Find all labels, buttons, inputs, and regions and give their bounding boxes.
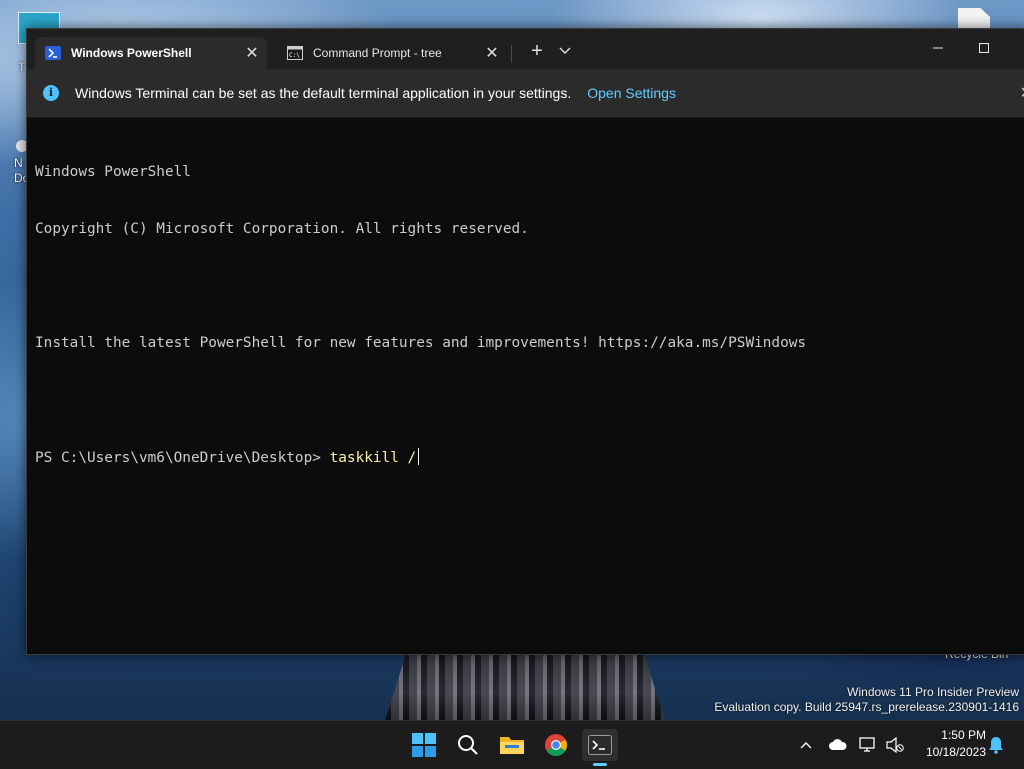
default-terminal-infobar: i Windows Terminal can be set as the def… xyxy=(27,69,1024,118)
windows-start-icon xyxy=(412,733,436,757)
bell-icon xyxy=(989,737,1003,754)
powershell-icon xyxy=(45,46,61,60)
console-output[interactable]: Windows PowerShell Copyright (C) Microso… xyxy=(35,125,1019,646)
maximize-icon xyxy=(979,43,989,53)
title-bar: Windows PowerShell ✕ C:\ Command Prompt … xyxy=(27,29,1024,69)
notifications-button[interactable] xyxy=(986,733,1006,757)
close-tab-icon[interactable]: ✕ xyxy=(481,42,503,64)
file-explorer-button[interactable] xyxy=(496,729,528,761)
watermark-line2: Evaluation copy. Build 25947.rs_prerelea… xyxy=(714,700,1019,714)
tab-dropdown-button[interactable] xyxy=(555,39,575,63)
tab-title: Windows PowerShell xyxy=(71,46,192,60)
watermark-line1: Windows 11 Pro Insider Preview xyxy=(847,685,1019,699)
clock-time: 1:50 PM xyxy=(941,728,986,742)
tab-command-prompt[interactable]: C:\ Command Prompt - tree ✕ xyxy=(277,37,507,69)
active-app-indicator xyxy=(593,763,607,766)
show-hidden-icons-button[interactable] xyxy=(796,733,816,757)
minimize-button[interactable] xyxy=(915,33,961,63)
volume-tray-button[interactable] xyxy=(884,733,906,757)
evaluation-watermark: Windows 11 Pro Insider Preview Evaluatio… xyxy=(714,685,1019,715)
terminal-taskbar-button[interactable] xyxy=(582,729,618,761)
infobar-message: Windows Terminal can be set as the defau… xyxy=(75,85,572,101)
typed-command: taskkill / xyxy=(329,450,417,466)
chrome-button[interactable] xyxy=(540,729,572,761)
network-icon xyxy=(859,737,875,752)
cmd-icon: C:\ xyxy=(287,46,303,60)
search-button[interactable] xyxy=(452,729,484,761)
text-cursor xyxy=(418,448,420,465)
desktop-icon-1-label: T xyxy=(18,60,26,74)
speaker-muted-icon xyxy=(886,737,904,753)
svg-text:C:\: C:\ xyxy=(289,52,300,59)
info-icon: i xyxy=(43,85,59,101)
clock-date: 10/18/2023 xyxy=(925,745,986,759)
close-infobar-icon[interactable]: ✕ xyxy=(1020,83,1024,103)
wallpaper-pier xyxy=(385,650,665,720)
onedrive-cloud-icon xyxy=(829,739,847,750)
network-tray-button[interactable] xyxy=(858,733,878,757)
maximize-button[interactable] xyxy=(961,33,1007,63)
minimize-icon xyxy=(933,47,943,49)
onedrive-tray-button[interactable] xyxy=(826,733,850,757)
search-icon xyxy=(458,735,478,755)
chevron-up-icon xyxy=(800,742,812,749)
chrome-icon xyxy=(545,734,567,756)
chevron-down-icon xyxy=(559,47,571,54)
tab-separator xyxy=(511,45,512,63)
new-tab-button[interactable]: + xyxy=(527,39,547,63)
start-button[interactable] xyxy=(408,729,440,761)
taskbar: 1:50 PM 10/18/2023 xyxy=(0,720,1024,769)
prompt-text: PS C:\Users\vm6\OneDrive\Desktop> xyxy=(35,450,330,466)
taskbar-clock[interactable]: 1:50 PM 10/18/2023 xyxy=(912,727,986,761)
prompt-line: PS C:\Users\vm6\OneDrive\Desktop> taskki… xyxy=(35,448,1019,467)
tab-windows-powershell[interactable]: Windows PowerShell ✕ xyxy=(35,37,267,69)
console-line: Windows PowerShell xyxy=(35,164,191,180)
terminal-window: Windows PowerShell ✕ C:\ Command Prompt … xyxy=(26,28,1024,655)
tab-title: Command Prompt - tree xyxy=(313,46,442,60)
close-tab-icon[interactable]: ✕ xyxy=(241,42,263,64)
console-line: Copyright (C) Microsoft Corporation. All… xyxy=(35,221,529,237)
console-line: Install the latest PowerShell for new fe… xyxy=(35,335,807,351)
terminal-icon xyxy=(588,735,612,755)
file-explorer-icon xyxy=(500,737,524,754)
open-settings-link[interactable]: Open Settings xyxy=(587,85,676,101)
